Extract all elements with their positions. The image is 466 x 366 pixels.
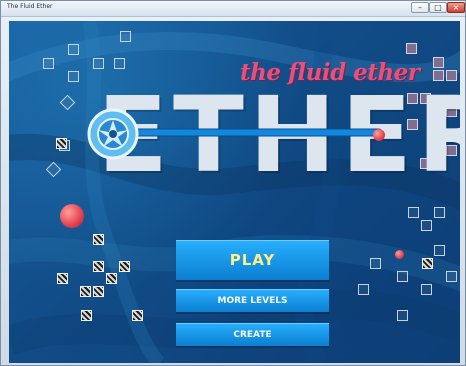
close-icon: × (452, 3, 460, 12)
minimize-button[interactable]: – (411, 2, 429, 13)
window-title: The Fluid Ether (7, 3, 53, 10)
title-bar: The Fluid Ether – □ × (1, 1, 465, 17)
orb-large (60, 204, 84, 228)
minimize-icon: – (418, 3, 422, 12)
maximize-icon: □ (434, 3, 442, 12)
fan-icon (87, 108, 139, 160)
game-canvas: the fluid ether ETHERS PLAY MORE LEVELS … (9, 21, 460, 363)
create-button[interactable]: CREATE (176, 323, 329, 346)
play-button[interactable]: PLAY (176, 240, 329, 280)
maximize-button[interactable]: □ (429, 2, 447, 13)
more-levels-button[interactable]: MORE LEVELS (176, 289, 329, 312)
close-button[interactable]: × (447, 2, 465, 13)
game-window: The Fluid Ether – □ × the fluid ether ET… (0, 0, 466, 366)
orb-small (373, 129, 385, 141)
orb-tiny (395, 250, 404, 259)
